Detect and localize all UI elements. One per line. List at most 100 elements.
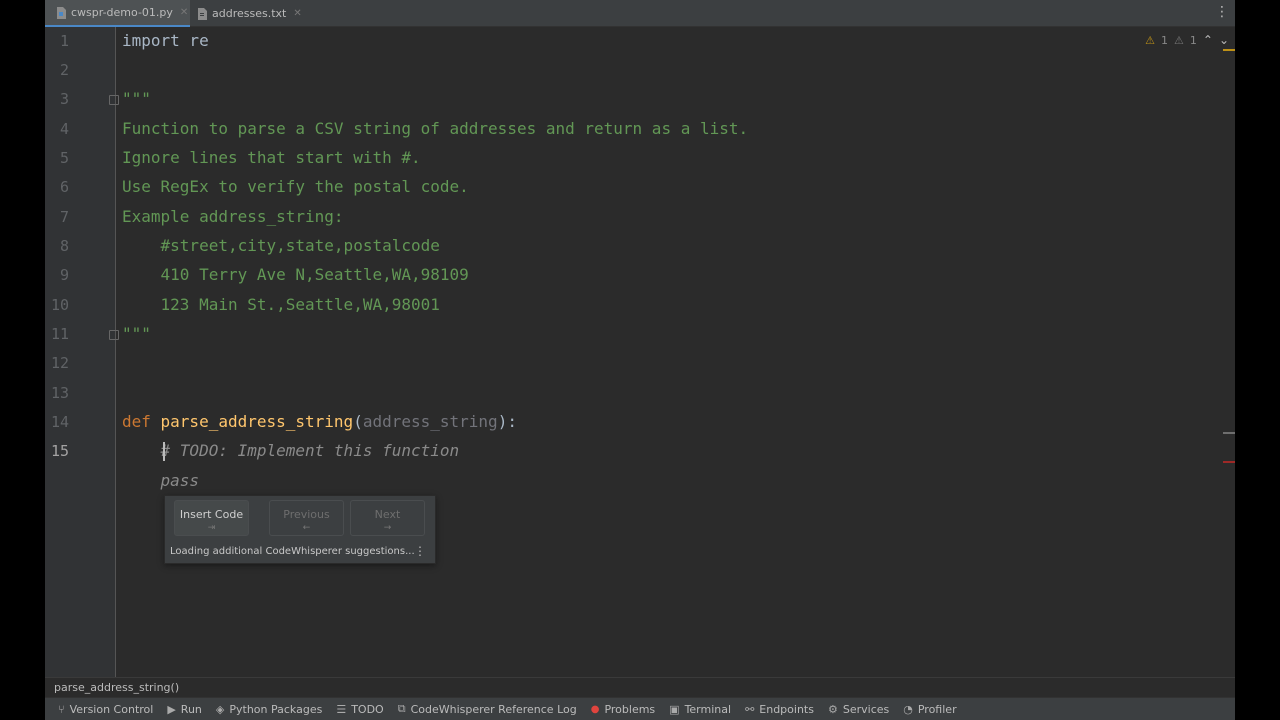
tab-addresses[interactable]: addresses.txt ✕ bbox=[197, 0, 307, 27]
tool-window-bar: ⑂ Version Control ▶ Run ◈ Python Packages ☰… bbox=[45, 697, 1235, 720]
tool-label: Python Packages bbox=[229, 702, 323, 716]
tool-python-packages[interactable]: ◈ Python Packages bbox=[216, 698, 322, 720]
code-line[interactable]: 410 Terry Ave N,Seattle,WA,98109 bbox=[122, 265, 469, 284]
next-label: Next bbox=[374, 508, 401, 521]
line-number: 3 bbox=[59, 90, 69, 108]
line-number-current: 15 bbox=[50, 442, 69, 460]
parameter: address_string bbox=[362, 412, 498, 431]
breadcrumb[interactable]: parse_address_string() bbox=[45, 677, 1235, 697]
tool-version-control[interactable]: ⑂ Version Control bbox=[58, 698, 153, 720]
line-number: 2 bbox=[59, 61, 69, 79]
todo-icon: ☰ bbox=[336, 702, 347, 716]
text-caret bbox=[163, 442, 165, 461]
close-icon[interactable]: ✕ bbox=[180, 7, 188, 18]
code-line[interactable]: 123 Main St.,Seattle,WA,98001 bbox=[122, 295, 440, 314]
line-number: 12 bbox=[50, 354, 69, 372]
previous-button[interactable]: Previous ← bbox=[269, 500, 344, 536]
code-line[interactable]: """ bbox=[122, 89, 151, 108]
problems-icon: ● bbox=[590, 703, 600, 715]
scrollbar-error-marker[interactable] bbox=[1223, 461, 1235, 463]
previous-label: Previous bbox=[283, 508, 330, 521]
keyword-def: def bbox=[122, 412, 161, 431]
services-icon: ⚙ bbox=[827, 702, 838, 716]
code-line[interactable]: Example address_string: bbox=[122, 207, 344, 226]
line-number: 13 bbox=[50, 384, 69, 402]
line-number: 11 bbox=[50, 325, 69, 343]
reference-log-icon: ⧉ bbox=[397, 702, 406, 715]
tab-label: addresses.txt bbox=[212, 7, 287, 20]
weak-warning-icon: ⚠ bbox=[1174, 33, 1184, 47]
line-number: 9 bbox=[59, 266, 69, 284]
tool-label: TODO bbox=[351, 702, 384, 716]
tool-label: Version Control bbox=[69, 702, 154, 716]
comment-todo: # TODO: Implement this function bbox=[160, 441, 460, 460]
tab-key-icon: ⇥ bbox=[207, 523, 216, 533]
suggestion-line: pass bbox=[122, 471, 200, 490]
paren-open: ( bbox=[353, 412, 363, 431]
line-number: 5 bbox=[59, 149, 69, 167]
editor-tab-bar: cwspr-demo-01.py ✕ addresses.txt ✕ ⋮ bbox=[45, 0, 1235, 27]
fold-icon[interactable] bbox=[109, 330, 119, 340]
terminal-icon: ▣ bbox=[669, 702, 680, 716]
codewhisperer-popup: Insert Code ⇥ Previous ← Next → Loading … bbox=[164, 495, 436, 564]
code-line[interactable]: Ignore lines that start with #. bbox=[122, 148, 421, 167]
codewhisperer-status: Loading additional CodeWhisperer suggest… bbox=[170, 546, 415, 557]
suggestion-text: pass bbox=[160, 471, 200, 490]
line-number: 10 bbox=[50, 296, 69, 314]
code-line[interactable]: #street,city,state,postalcode bbox=[122, 236, 440, 255]
inspection-widget[interactable]: ⚠ 1 ⚠ 1 ⌃ ⌄ bbox=[1145, 33, 1229, 47]
tool-label: Profiler bbox=[917, 702, 957, 716]
run-icon: ▶ bbox=[167, 702, 176, 716]
tool-label: Services bbox=[842, 702, 890, 716]
endpoints-icon: ⚯ bbox=[745, 702, 755, 716]
right-arrow-icon: → bbox=[383, 523, 392, 533]
packages-icon: ◈ bbox=[215, 702, 225, 716]
more-vertical-icon[interactable]: ⋮ bbox=[414, 544, 426, 558]
code-line[interactable]: import re bbox=[122, 31, 209, 50]
insert-code-label: Insert Code bbox=[179, 508, 244, 521]
tool-label: CodeWhisperer Reference Log bbox=[410, 702, 577, 716]
code-line-current[interactable]: # TODO: Implement this function bbox=[122, 441, 460, 460]
line-number: 8 bbox=[59, 237, 69, 255]
tool-endpoints[interactable]: ⚯ Endpoints bbox=[745, 698, 814, 720]
tool-services[interactable]: ⚙ Services bbox=[828, 698, 889, 720]
code-line[interactable]: Use RegEx to verify the postal code. bbox=[122, 177, 469, 196]
tool-codewhisperer-reference-log[interactable]: ⧉ CodeWhisperer Reference Log bbox=[398, 698, 577, 720]
line-number: 6 bbox=[59, 178, 69, 196]
line-number: 14 bbox=[50, 413, 69, 431]
version-control-icon: ⑂ bbox=[58, 702, 65, 716]
tool-label: Problems bbox=[604, 702, 656, 716]
tool-todo[interactable]: ☰ TODO bbox=[336, 698, 383, 720]
code-line-def[interactable]: def parse_address_string(address_string)… bbox=[122, 412, 517, 431]
code-line[interactable]: Function to parse a CSV string of addres… bbox=[122, 119, 748, 138]
ide-window: cwspr-demo-01.py ✕ addresses.txt ✕ ⋮ 1 2… bbox=[45, 0, 1235, 720]
tool-run[interactable]: ▶ Run bbox=[167, 698, 202, 720]
chevron-down-icon[interactable]: ⌄ bbox=[1219, 33, 1229, 47]
function-name: parse_address_string bbox=[160, 412, 354, 431]
chevron-up-icon[interactable]: ⌃ bbox=[1203, 33, 1213, 47]
line-number: 1 bbox=[59, 32, 69, 50]
weak-warning-count: 1 bbox=[1189, 33, 1197, 47]
warning-count: 1 bbox=[1161, 33, 1168, 47]
next-button[interactable]: Next → bbox=[350, 500, 425, 536]
tool-label: Terminal bbox=[684, 702, 732, 716]
profiler-icon: ◔ bbox=[903, 702, 913, 716]
warning-icon: ⚠ bbox=[1145, 33, 1155, 47]
fold-icon[interactable] bbox=[109, 95, 119, 105]
more-vertical-icon[interactable]: ⋮ bbox=[1215, 5, 1229, 19]
scrollbar-warning-marker[interactable] bbox=[1223, 49, 1235, 51]
tool-terminal[interactable]: ▣ Terminal bbox=[669, 698, 731, 720]
tool-label: Endpoints bbox=[759, 702, 814, 716]
scrollbar-marker[interactable] bbox=[1223, 432, 1235, 434]
paren-close: ): bbox=[497, 412, 517, 431]
line-number: 7 bbox=[59, 208, 69, 226]
insert-code-button[interactable]: Insert Code ⇥ bbox=[174, 500, 249, 536]
tab-cwspr-demo[interactable]: cwspr-demo-01.py ✕ bbox=[45, 0, 190, 27]
tool-profiler[interactable]: ◔ Profiler bbox=[903, 698, 956, 720]
code-line[interactable]: """ bbox=[122, 324, 151, 343]
gutter-divider bbox=[115, 27, 116, 677]
close-icon[interactable]: ✕ bbox=[293, 8, 301, 19]
tool-problems[interactable]: ● Problems bbox=[591, 698, 655, 720]
python-file-icon bbox=[56, 6, 66, 19]
